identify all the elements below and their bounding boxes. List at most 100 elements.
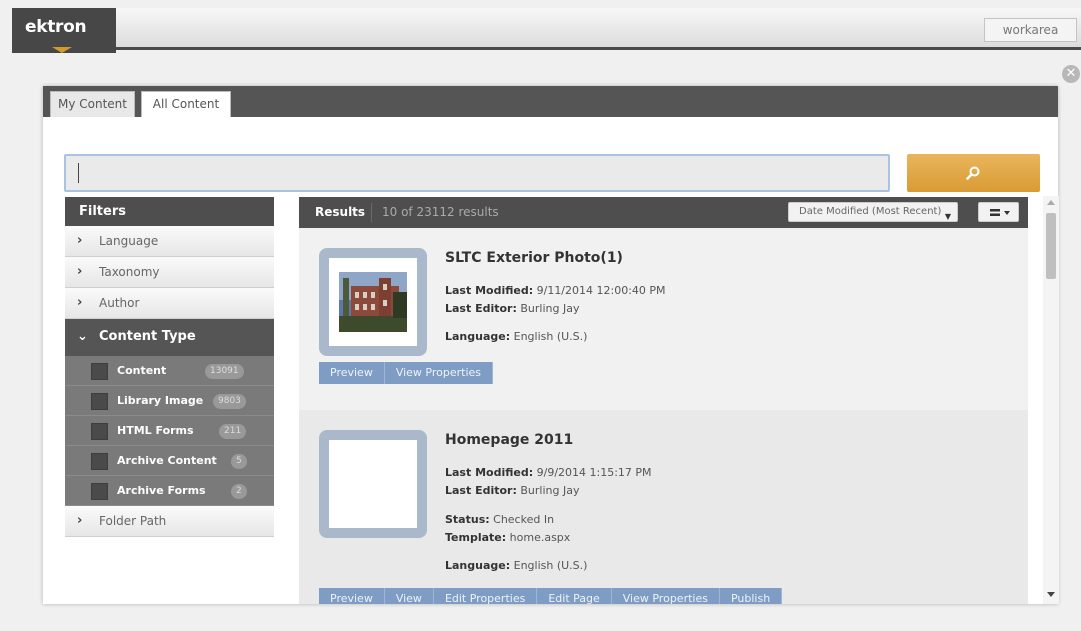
sort-label: Date Modified (Most Recent) (799, 206, 942, 217)
last-modified: Last Modified: 9/9/2014 1:15:17 PM (445, 466, 652, 479)
chevron-down-icon: ▼ (944, 212, 951, 221)
option-label: Content (117, 364, 167, 377)
publish-button[interactable]: Publish (719, 588, 783, 604)
template: Template: home.aspx (445, 531, 570, 544)
last-modified-value: 9/11/2014 12:00:40 PM (536, 284, 666, 297)
result-actions: Preview View Edit Properties Edit Page V… (319, 588, 783, 604)
content-type-option[interactable]: Library Image 9803 (65, 386, 274, 416)
filter-content-type[interactable]: ⌄ Content Type (65, 319, 274, 356)
search-icon (966, 166, 980, 180)
count-badge: 9803 (213, 394, 246, 409)
last-modified-label: Last Modified: (445, 466, 534, 479)
last-editor: Last Editor: Burling Jay (445, 484, 579, 497)
filter-folder-path[interactable]: › Folder Path (65, 506, 274, 537)
last-modified-value: 9/9/2014 1:15:17 PM (536, 466, 652, 479)
content-type-option[interactable]: Archive Forms 2 (65, 476, 274, 506)
option-label: Library Image (117, 394, 204, 407)
results-scrollbar[interactable] (1043, 196, 1059, 604)
filter-author[interactable]: › Author (65, 288, 274, 319)
template-label: Template: (445, 531, 507, 544)
edit-page-button[interactable]: Edit Page (537, 588, 612, 604)
building-photo-image (339, 272, 407, 332)
preview-button[interactable]: Preview (319, 588, 385, 604)
content-type-label: Content Type (99, 329, 196, 344)
filter-language-label: Language (99, 234, 159, 248)
tab-bar: My Content All Content (43, 86, 1058, 117)
last-editor-value: Burling Jay (520, 302, 580, 315)
count-badge: 2 (231, 484, 247, 499)
checkbox[interactable] (91, 423, 108, 440)
text-cursor (78, 163, 79, 183)
option-label: Archive Content (117, 454, 217, 467)
sort-dropdown[interactable]: Date Modified (Most Recent) ▼ (788, 202, 958, 222)
search-input[interactable] (64, 154, 890, 192)
chevron-down-icon: ⌄ (77, 329, 88, 344)
folder-path-label: Folder Path (99, 514, 167, 528)
option-label: HTML Forms (117, 424, 194, 437)
results-count: 10 of 23112 results (382, 205, 499, 219)
count-badge: 5 (231, 454, 247, 469)
checkbox[interactable] (91, 393, 108, 410)
language-value: English (U.S.) (513, 330, 588, 343)
count-badge: 13091 (205, 364, 244, 379)
last-editor: Last Editor: Burling Jay (445, 302, 579, 315)
result-title[interactable]: SLTC Exterior Photo(1) (445, 250, 623, 266)
thumbnail-frame (329, 258, 417, 346)
list-view-icon (990, 209, 1010, 216)
filter-taxonomy-label: Taxonomy (99, 265, 160, 279)
filter-taxonomy[interactable]: › Taxonomy (65, 257, 274, 288)
language-label: Language: (445, 330, 511, 343)
count-badge: 211 (219, 424, 247, 439)
scroll-down-icon[interactable] (1047, 592, 1055, 597)
language-label: Language: (445, 559, 511, 572)
status-label: Status: (445, 513, 490, 526)
chevron-right-icon: › (77, 264, 83, 279)
top-bar: ektron workarea (12, 8, 1081, 53)
filter-language[interactable]: › Language (65, 226, 274, 257)
chevron-right-icon: › (77, 233, 83, 248)
scroll-up-icon[interactable] (1047, 200, 1055, 205)
checkbox[interactable] (91, 363, 108, 380)
content-panel: My Content All Content Filters › Languag… (43, 86, 1058, 604)
content-type-option[interactable]: HTML Forms 211 (65, 416, 274, 446)
workarea-button[interactable]: workarea (984, 18, 1077, 42)
search-button[interactable] (907, 154, 1040, 192)
chevron-right-icon: › (77, 295, 83, 310)
language-value: English (U.S.) (513, 559, 588, 572)
filters-title: Filters (65, 197, 274, 226)
logo-caret-icon (52, 47, 72, 53)
tab-all-content[interactable]: All Content (141, 91, 231, 117)
view-properties-button[interactable]: View Properties (611, 588, 720, 604)
last-modified: Last Modified: 9/11/2014 12:00:40 PM (445, 284, 666, 297)
filters-sidebar: Filters › Language › Taxonomy › Author ⌄… (65, 197, 274, 539)
results-title: Results (315, 205, 366, 219)
status: Status: Checked In (445, 513, 554, 526)
preview-button[interactable]: Preview (319, 362, 385, 384)
scrollbar-thumb[interactable] (1046, 213, 1056, 279)
close-icon[interactable]: ✕ (1062, 65, 1080, 83)
result-thumbnail[interactable] (319, 430, 427, 538)
view-properties-button[interactable]: View Properties (384, 362, 494, 384)
logo-text: ektron (25, 17, 87, 37)
view-button[interactable]: View (384, 588, 434, 604)
last-editor-label: Last Editor: (445, 302, 517, 315)
result-thumbnail[interactable] (319, 248, 427, 356)
last-editor-value: Burling Jay (520, 484, 580, 497)
thumbnail-frame (329, 440, 417, 528)
result-actions: Preview View Properties (319, 362, 494, 384)
view-mode-dropdown[interactable] (978, 202, 1019, 222)
checkbox[interactable] (91, 453, 108, 470)
edit-properties-button[interactable]: Edit Properties (433, 588, 538, 604)
last-modified-label: Last Modified: (445, 284, 534, 297)
checkbox[interactable] (91, 483, 108, 500)
content-type-option[interactable]: Archive Content 5 (65, 446, 274, 476)
content-type-option[interactable]: Content 13091 (65, 356, 274, 386)
language: Language: English (U.S.) (445, 559, 587, 572)
result-title[interactable]: Homepage 2011 (445, 432, 573, 448)
chevron-right-icon: › (77, 513, 83, 528)
status-value: Checked In (493, 513, 555, 526)
ektron-logo[interactable]: ektron (12, 8, 116, 53)
result-item: Homepage 2011 Last Modified: 9/9/2014 1:… (299, 410, 1028, 604)
tab-my-content[interactable]: My Content (50, 91, 135, 117)
option-label: Archive Forms (117, 484, 206, 497)
